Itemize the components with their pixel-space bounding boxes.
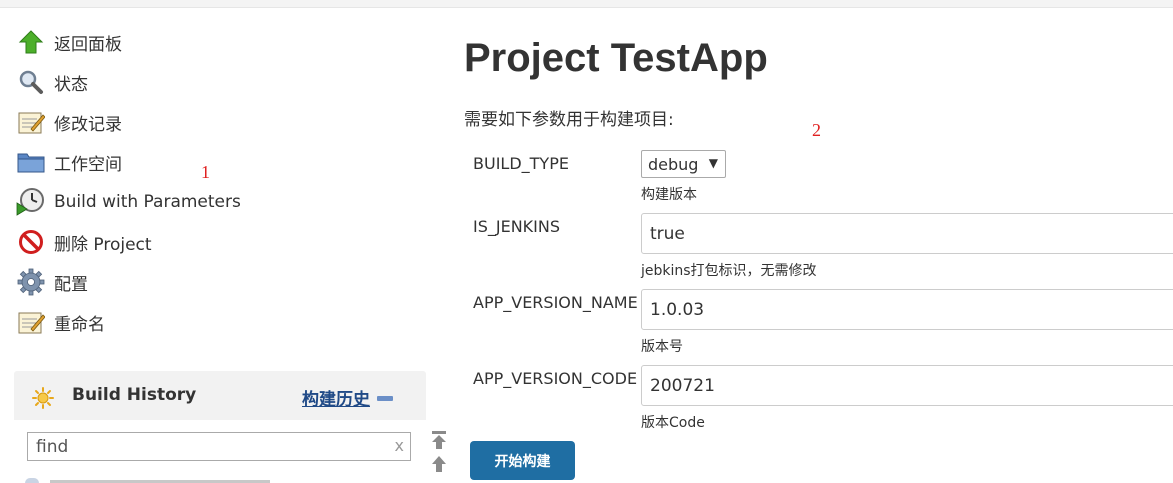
param-desc-build-type: 构建版本 [641,187,697,203]
sidebar-item-label: 配置 [54,274,88,295]
build-type-select[interactable]: debug ▼ [641,150,726,178]
build-history-search-input[interactable] [36,436,386,458]
param-name-app-version-code: APP_VERSION_CODE [473,369,638,388]
sidebar-item-delete-project[interactable]: 删除 Project [16,227,152,257]
annotation-marker-1: 1 [201,162,210,182]
build-history-title: Build History [72,385,197,405]
sidebar-item-rename[interactable]: 重命名 [16,307,105,337]
gear-icon [16,267,46,297]
app-version-code-field [641,365,1173,406]
start-build-button[interactable]: 开始构建 [470,441,575,480]
build-history-search: x [27,432,411,461]
no-entry-icon [16,227,46,257]
param-name-app-version-name: APP_VERSION_NAME [473,293,638,312]
collapse-icon[interactable] [377,396,393,401]
build-type-selected-value: debug [648,155,699,174]
param-desc-app-version-name: 版本号 [641,339,683,355]
sidebar-item-label: 修改记录 [54,114,122,135]
sidebar-item-configure[interactable]: 配置 [16,267,88,297]
magnifier-icon [16,67,46,97]
sidebar-item-label: 删除 Project [54,234,152,255]
scroll-up-icon[interactable] [430,455,448,473]
sun-icon [32,387,54,409]
sidebar-item-back-to-dashboard[interactable]: 返回面板 [16,27,122,57]
top-bar [0,0,1173,8]
sidebar-item-workspace[interactable]: 工作空间 [16,147,122,177]
sidebar-item-status[interactable]: 状态 [16,67,88,97]
parameters-intro: 需要如下参数用于构建项目: [464,110,674,130]
arrow-up-icon [16,27,46,57]
notepad-icon [16,307,46,337]
sidebar-item-label: 重命名 [54,314,105,335]
sidebar-item-label: 工作空间 [54,154,122,175]
page-title: Project TestApp [464,36,768,80]
clock-play-icon [16,187,46,217]
sidebar-item-label: 状态 [54,74,88,95]
sidebar-item-changes[interactable]: 修改记录 [16,107,122,137]
app-version-name-field [641,289,1173,330]
build-status-ball-icon [25,478,39,483]
clear-search-icon[interactable]: x [395,436,404,455]
is-jenkins-field [641,213,1173,254]
app-version-code-input[interactable] [650,375,1170,397]
folder-icon [16,147,46,177]
sidebar-item-label: 返回面板 [54,34,122,55]
param-name-is-jenkins: IS_JENKINS [473,217,561,236]
scroll-to-top-icon[interactable] [430,430,448,450]
build-history-trend-link[interactable]: 构建历史 [302,385,370,410]
param-desc-is-jenkins: jebkins打包标识，无需修改 [641,263,817,279]
app-version-name-input[interactable] [650,299,1170,321]
param-name-build-type: BUILD_TYPE [473,154,569,173]
notepad-icon [16,107,46,137]
sidebar-item-label: Build with Parameters [54,192,241,212]
annotation-marker-2: 2 [812,120,821,140]
sidebar-item-build-with-parameters[interactable]: Build with Parameters [16,187,241,217]
chevron-down-icon: ▼ [708,156,718,170]
is-jenkins-input[interactable] [650,223,1170,245]
param-desc-app-version-code: 版本Code [641,415,705,431]
